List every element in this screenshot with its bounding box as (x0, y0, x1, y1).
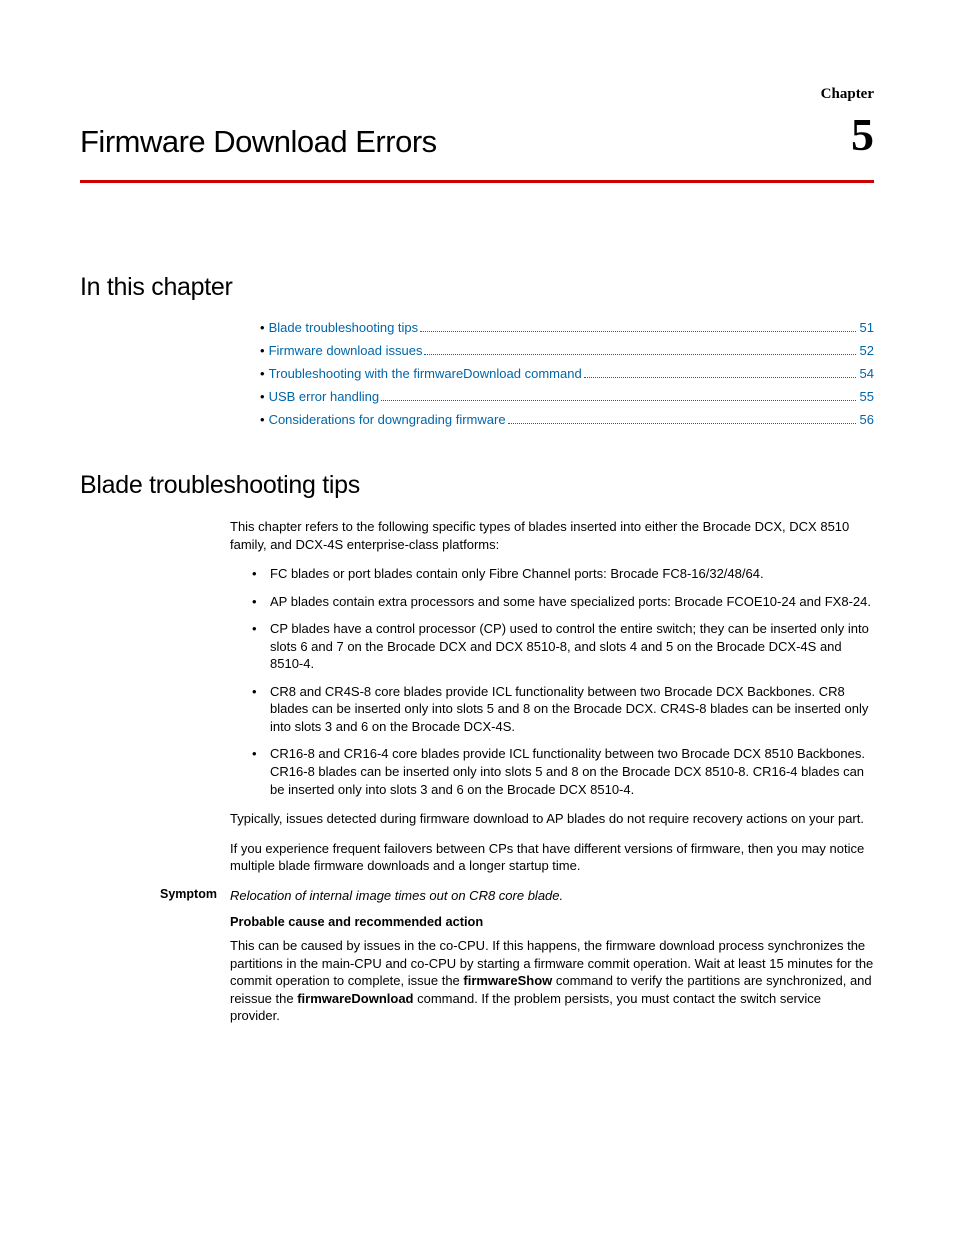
section-heading-blade-tips: Blade troubleshooting tips (80, 471, 874, 500)
chapter-rule (80, 180, 874, 183)
bullet-icon: • (260, 343, 265, 358)
chapter-title: Firmware Download Errors (80, 86, 874, 172)
cause-heading: Probable cause and recommended action (230, 914, 874, 929)
toc-leader (424, 354, 855, 355)
symptom-row: Symptom Relocation of internal image tim… (160, 887, 874, 905)
toc-leader (381, 400, 855, 401)
chapter-number: 5 (851, 112, 874, 158)
command-firmwaredownload: firmwareDownload (297, 991, 413, 1006)
toc-leader (420, 331, 855, 332)
toc-page[interactable]: 51 (860, 320, 874, 335)
page: Chapter 5 Firmware Download Errors In th… (0, 0, 954, 1097)
list-item: CP blades have a control processor (CP) … (252, 620, 874, 673)
toc-item: • USB error handling 55 (260, 389, 874, 404)
list-item: CR8 and CR4S-8 core blades provide ICL f… (252, 683, 874, 736)
list-item: FC blades or port blades contain only Fi… (252, 565, 874, 583)
toc-link[interactable]: Firmware download issues (269, 343, 423, 358)
symptom-label: Symptom (160, 887, 230, 905)
toc-page[interactable]: 55 (860, 389, 874, 404)
toc-item: • Blade troubleshooting tips 51 (260, 320, 874, 335)
paragraph: Typically, issues detected during firmwa… (230, 810, 874, 828)
toc-page[interactable]: 56 (860, 412, 874, 427)
body-block: This chapter refers to the following spe… (230, 518, 874, 875)
toc-page[interactable]: 54 (860, 366, 874, 381)
symptom-text: Relocation of internal image times out o… (230, 887, 563, 905)
toc-link[interactable]: Troubleshooting with the firmwareDownloa… (269, 366, 582, 381)
bullet-icon: • (260, 366, 265, 381)
toc-item: • Firmware download issues 52 (260, 343, 874, 358)
chapter-label: Chapter (821, 86, 874, 103)
list-item: CR16-8 and CR16-4 core blades provide IC… (252, 745, 874, 798)
toc: • Blade troubleshooting tips 51 • Firmwa… (260, 320, 874, 427)
bullet-icon: • (260, 320, 265, 335)
chapter-header: Chapter 5 Firmware Download Errors (80, 86, 874, 172)
toc-item: • Considerations for downgrading firmwar… (260, 412, 874, 427)
paragraph: If you experience frequent failovers bet… (230, 840, 874, 875)
toc-leader (508, 423, 856, 424)
toc-leader (584, 377, 856, 378)
toc-item: • Troubleshooting with the firmwareDownl… (260, 366, 874, 381)
bullet-list: FC blades or port blades contain only Fi… (252, 565, 874, 798)
toc-link[interactable]: USB error handling (269, 389, 380, 404)
bullet-icon: • (260, 412, 265, 427)
cause-paragraph: This can be caused by issues in the co-C… (230, 937, 874, 1025)
body-block: Probable cause and recommended action Th… (230, 914, 874, 1025)
toc-link[interactable]: Blade troubleshooting tips (269, 320, 419, 335)
section-heading-in-this-chapter: In this chapter (80, 273, 874, 302)
bullet-icon: • (260, 389, 265, 404)
toc-page[interactable]: 52 (860, 343, 874, 358)
command-firmwareshow: firmwareShow (463, 973, 552, 988)
toc-link[interactable]: Considerations for downgrading firmware (269, 412, 506, 427)
intro-paragraph: This chapter refers to the following spe… (230, 518, 874, 553)
list-item: AP blades contain extra processors and s… (252, 593, 874, 611)
